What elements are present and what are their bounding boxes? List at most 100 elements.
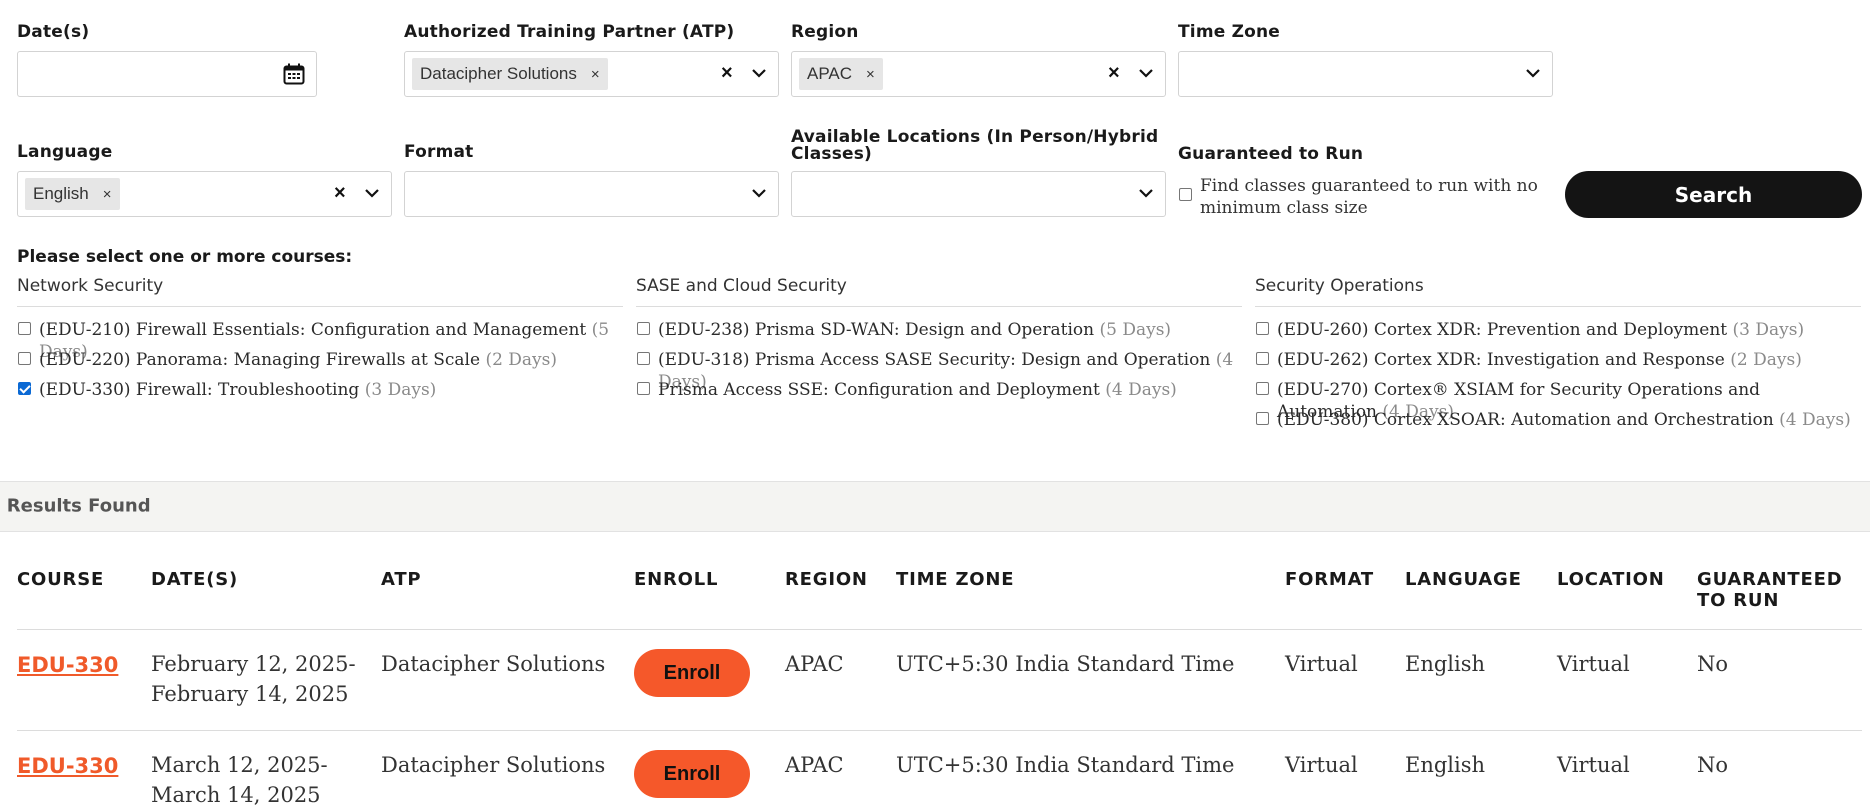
locations-label: Available Locations (In Person/Hybrid Cl… <box>791 129 1158 163</box>
row-region: APAC <box>785 753 844 777</box>
course-checkbox[interactable] <box>1256 352 1269 365</box>
dates-input[interactable] <box>17 51 317 97</box>
timezone-label: Time Zone <box>1178 22 1281 42</box>
atp-chip: Datacipher Solutions × <box>412 58 608 90</box>
course-group-divider <box>1255 306 1861 307</box>
course-option-name: (EDU-330) Firewall: Troubleshooting <box>39 380 360 400</box>
language-select[interactable]: English × × <box>17 171 392 217</box>
region-chip-label: APAC <box>807 64 853 83</box>
header-location: LOCATION <box>1557 569 1665 590</box>
course-checkbox[interactable] <box>1256 412 1269 425</box>
course-checkbox[interactable] <box>18 382 31 395</box>
enroll-button[interactable]: Enroll <box>634 649 750 697</box>
row-divider <box>17 730 1862 731</box>
course-group-divider <box>17 306 623 307</box>
course-option-duration: (4 Days) <box>1779 410 1851 430</box>
header-timezone: TIME ZONE <box>896 569 1015 590</box>
header-divider <box>17 629 1862 630</box>
course-option[interactable]: (EDU-220) Panorama: Managing Firewalls a… <box>39 349 617 371</box>
header-format: FORMAT <box>1285 569 1374 590</box>
course-option[interactable]: (EDU-262) Cortex XDR: Investigation and … <box>1277 349 1855 371</box>
course-option-name: (EDU-318) Prisma Access SASE Security: D… <box>658 350 1211 370</box>
clear-selection-icon[interactable]: × <box>1108 62 1120 85</box>
locations-select[interactable] <box>791 171 1166 217</box>
locations-label-line2: Classes) <box>791 144 873 164</box>
course-option[interactable]: (EDU-260) Cortex XDR: Prevention and Dep… <box>1277 319 1855 341</box>
course-checkbox[interactable] <box>637 322 650 335</box>
course-link[interactable]: EDU-330 <box>17 754 118 778</box>
chevron-down-icon[interactable] <box>750 186 768 200</box>
course-checkbox[interactable] <box>637 382 650 395</box>
course-option-duration: (2 Days) <box>485 350 558 370</box>
row-atp: Datacipher Solutions <box>381 652 606 676</box>
course-option[interactable]: (EDU-330) Firewall: Troubleshooting (3 D… <box>39 379 617 401</box>
course-option-duration: (2 Days) <box>1730 350 1802 370</box>
row-region: APAC <box>785 652 844 676</box>
chevron-down-icon[interactable] <box>750 66 768 80</box>
date-end: February 14, 2025 <box>151 682 349 706</box>
region-select[interactable]: APAC × × <box>791 51 1166 97</box>
header-region: REGION <box>785 569 868 590</box>
timezone-select[interactable] <box>1178 51 1553 97</box>
chip-remove-icon[interactable]: × <box>103 186 112 203</box>
header-language: LANGUAGE <box>1405 569 1522 590</box>
course-option-name: (EDU-238) Prisma SD-WAN: Design and Oper… <box>658 320 1095 340</box>
language-chip-label: English <box>33 184 89 203</box>
course-option-name: Prisma Access SSE: Configuration and Dep… <box>658 380 1100 400</box>
chip-remove-icon[interactable]: × <box>591 66 600 83</box>
header-dates: DATE(S) <box>151 569 239 590</box>
dates-label: Date(s) <box>17 22 90 42</box>
date-start: March 12, 2025- <box>151 753 328 777</box>
format-select[interactable] <box>404 171 779 217</box>
chevron-down-icon[interactable] <box>363 186 381 200</box>
row-location: Virtual <box>1557 652 1630 676</box>
course-group-divider <box>636 306 1242 307</box>
course-group-title: Network Security <box>17 276 164 296</box>
atp-chip-label: Datacipher Solutions <box>420 64 577 83</box>
guaranteed-text-line1: Find classes guaranteed to run with no <box>1200 176 1538 196</box>
search-button[interactable]: Search <box>1565 171 1862 218</box>
results-count: 5 Results Found <box>0 495 151 517</box>
date-start: February 12, 2025- <box>151 652 356 676</box>
row-location: Virtual <box>1557 753 1630 777</box>
course-option-name: (EDU-220) Panorama: Managing Firewalls a… <box>39 350 481 370</box>
course-checkbox[interactable] <box>1256 322 1269 335</box>
course-option-name: (EDU-210) Firewall Essentials: Configura… <box>39 320 587 340</box>
course-option-duration: (3 Days) <box>1732 320 1805 340</box>
course-checkbox[interactable] <box>18 352 31 365</box>
chevron-down-icon[interactable] <box>1137 186 1155 200</box>
row-timezone: UTC+5:30 India Standard Time <box>896 652 1235 676</box>
enroll-button[interactable]: Enroll <box>634 750 750 798</box>
course-link[interactable]: EDU-330 <box>17 653 118 677</box>
chevron-down-icon[interactable] <box>1137 66 1155 80</box>
header-enroll: ENROLL <box>634 569 719 590</box>
course-checkbox[interactable] <box>1256 382 1269 395</box>
row-atp: Datacipher Solutions <box>381 753 606 777</box>
row-language: English <box>1405 652 1486 676</box>
course-option[interactable]: Prisma Access SSE: Configuration and Dep… <box>658 379 1236 401</box>
course-group-title: Security Operations <box>1255 276 1424 296</box>
clear-selection-icon[interactable]: × <box>334 182 346 205</box>
course-option[interactable]: (EDU-380) Cortex XSOAR: Automation and O… <box>1277 409 1855 431</box>
date-end: March 14, 2025 <box>151 783 321 807</box>
course-checkbox[interactable] <box>18 322 31 335</box>
atp-label: Authorized Training Partner (ATP) <box>404 22 735 42</box>
chip-remove-icon[interactable]: × <box>866 66 875 83</box>
clear-selection-icon[interactable]: × <box>721 62 733 85</box>
row-dates: February 12, 2025- February 14, 2025 <box>151 649 356 709</box>
atp-select[interactable]: Datacipher Solutions × × <box>404 51 779 97</box>
guaranteed-checkbox[interactable] <box>1179 188 1192 201</box>
header-guaranteed-line2: TO RUN <box>1697 590 1780 611</box>
course-option-name: (EDU-262) Cortex XDR: Investigation and … <box>1277 350 1725 370</box>
row-timezone: UTC+5:30 India Standard Time <box>896 753 1235 777</box>
region-chip: APAC × <box>799 58 883 90</box>
course-option-duration: (3 Days) <box>364 380 437 400</box>
format-label: Format <box>404 142 474 162</box>
chevron-down-icon[interactable] <box>1524 66 1542 80</box>
row-dates: March 12, 2025- March 14, 2025 <box>151 750 328 810</box>
row-guaranteed: No <box>1697 753 1729 777</box>
course-checkbox[interactable] <box>637 352 650 365</box>
course-option-duration: (5 Days) <box>1099 320 1172 340</box>
calendar-icon[interactable] <box>283 63 305 85</box>
course-option[interactable]: (EDU-238) Prisma SD-WAN: Design and Oper… <box>658 319 1236 341</box>
